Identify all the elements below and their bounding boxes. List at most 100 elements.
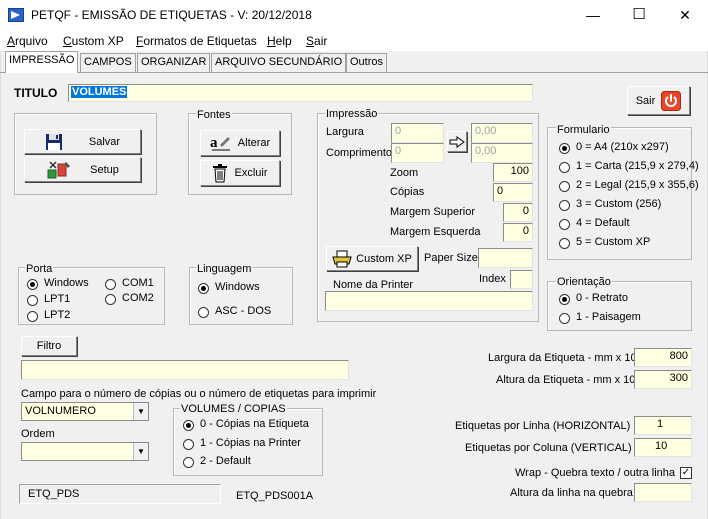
volumes-copias-radio-1[interactable]	[183, 439, 194, 450]
altura-quebra-input[interactable]	[634, 483, 692, 502]
linguagem-radio-asc-dos[interactable]	[198, 307, 209, 318]
formulario-radio-0[interactable]	[559, 143, 570, 154]
printer-name-input[interactable]	[325, 291, 533, 311]
porta-group-label: Porta	[25, 263, 54, 275]
linguagem-group-label: Linguagem	[196, 263, 253, 275]
alterar-label: Alterar	[237, 137, 271, 149]
volumes-copias-option-0: 0 - Cópias na Etiqueta	[200, 418, 309, 430]
file-name-box: ETQ_PDS	[19, 484, 221, 504]
svg-text:a: a	[210, 135, 218, 151]
largura-etiqueta-input[interactable]: 800	[634, 348, 692, 367]
orientacao-radio-paisagem[interactable]	[559, 313, 570, 324]
sair-label: Sair	[635, 94, 656, 107]
menu-help[interactable]: Help	[267, 34, 292, 48]
chevron-down-icon: ▼	[133, 443, 148, 460]
porta-radio-lpt1[interactable]	[27, 295, 38, 306]
altura-etiqueta-input[interactable]: 300	[634, 370, 692, 389]
altura-quebra-label: Altura da linha na quebra	[510, 487, 633, 499]
margem-superior-input[interactable]: 0	[503, 203, 533, 222]
largura-input[interactable]: 0	[391, 123, 444, 143]
comprimento-input[interactable]: 0	[391, 143, 444, 163]
porta-option-lpt1: LPT1	[44, 293, 71, 305]
formulario-radio-3[interactable]	[559, 200, 570, 211]
porta-radio-com2[interactable]	[105, 294, 116, 305]
tab-organizar[interactable]: ORGANIZAR	[137, 53, 211, 72]
linguagem-radio-windows[interactable]	[198, 283, 209, 294]
porta-option-lpt2: LPT2	[44, 309, 71, 321]
setup-button[interactable]: Setup	[24, 157, 141, 182]
porta-radio-windows[interactable]	[27, 279, 38, 290]
sair-button[interactable]: Sair	[627, 86, 690, 115]
minimize-button[interactable]: —	[570, 0, 616, 30]
wrap-checkbox[interactable]: ✓	[680, 467, 692, 479]
excluir-fonte-button[interactable]: Excluir	[200, 160, 280, 186]
volumes-copias-radio-2[interactable]	[183, 457, 194, 468]
ordem-select[interactable]: ▼	[21, 442, 149, 461]
largura-etiqueta-label: Largura da Etiqueta - mm x 10	[488, 352, 637, 364]
filtro-input[interactable]	[21, 360, 349, 380]
copias-input[interactable]: 0	[493, 183, 533, 202]
orientacao-panel	[547, 281, 692, 331]
margem-esquerda-label: Margem Esquerda	[390, 226, 481, 238]
app-icon	[8, 8, 24, 22]
menu-formatos-etiquetas[interactable]: Formatos de Etiquetas	[136, 34, 257, 48]
custom-xp-button[interactable]: Custom XP	[326, 246, 418, 271]
filtro-button[interactable]: Filtro	[21, 336, 77, 356]
formulario-option-2: 2 = Legal (215,9 x 355,6)	[576, 179, 699, 191]
index-input[interactable]	[510, 270, 533, 289]
formulario-radio-1[interactable]	[559, 162, 570, 173]
menu-arquivo[interactable]: Arquivo	[7, 34, 48, 48]
campo-copias-value: VOLNUMERO	[25, 405, 96, 417]
largura-output: 0,00	[471, 123, 533, 143]
tab-divider	[0, 72, 708, 73]
salvar-button[interactable]: Salvar	[24, 129, 141, 154]
volumes-copias-option-2: 2 - Default	[200, 455, 251, 467]
volumes-copias-radio-0[interactable]	[183, 420, 194, 431]
titulo-input[interactable]: VOLUMES	[68, 84, 533, 102]
paper-size-input[interactable]	[478, 248, 533, 268]
margem-esquerda-input[interactable]: 0	[503, 223, 533, 242]
paper-size-label: Paper Size	[424, 252, 478, 264]
formulario-radio-5[interactable]	[559, 238, 570, 249]
index-label: Index	[479, 273, 506, 285]
titulo-label: TITULO	[14, 86, 58, 100]
printer-name-label: Nome da Printer	[333, 279, 414, 291]
campo-copias-select[interactable]: VOLNUMERO ▼	[21, 402, 149, 421]
menu-sair[interactable]: Sair	[306, 34, 327, 48]
orientacao-radio-retrato[interactable]	[559, 294, 570, 305]
power-icon	[661, 90, 682, 111]
zoom-label: Zoom	[390, 167, 419, 179]
copias-label: Cópias	[390, 186, 425, 198]
largura-label: Largura	[326, 126, 364, 138]
tab-campos[interactable]: CAMPOS	[80, 53, 136, 72]
formulario-radio-4[interactable]	[559, 219, 570, 230]
formulario-group-label: Formulario	[556, 124, 611, 136]
volumes-copias-group-label: VOLUMES / COPIAS	[180, 403, 287, 415]
tab-outros[interactable]: Outros	[346, 53, 388, 72]
porta-radio-lpt2[interactable]	[27, 311, 38, 322]
chevron-down-icon: ▼	[133, 403, 148, 420]
formulario-option-0: 0 = A4 (210x x297)	[576, 141, 669, 153]
close-button[interactable]: ✕	[662, 0, 708, 30]
etiquetas-coluna-input[interactable]: 10	[634, 438, 692, 457]
file-id: ETQ_PDS001A	[236, 490, 314, 502]
salvar-label: Salvar	[88, 135, 121, 148]
menu-custom-xp[interactable]: Custom XP	[63, 34, 124, 48]
convert-button[interactable]	[447, 131, 467, 152]
maximize-button[interactable]: ☐	[616, 0, 662, 30]
setup-label: Setup	[90, 163, 119, 176]
alterar-fonte-button[interactable]: a Alterar	[200, 130, 280, 156]
volumes-copias-option-1: 1 - Cópias na Printer	[200, 437, 301, 449]
formulario-radio-2[interactable]	[559, 181, 570, 192]
porta-option-com1: COM1	[122, 277, 154, 289]
campo-copias-label: Campo para o número de cópias ou o númer…	[21, 388, 377, 400]
zoom-input[interactable]: 100	[493, 163, 533, 182]
etiquetas-linha-input[interactable]: 1	[634, 416, 692, 435]
porta-option-com2: COM2	[122, 292, 154, 304]
tab-arquivo-secundario[interactable]: ARQUIVO SECUNDÁRIO	[211, 53, 347, 72]
tab-impressao[interactable]: IMPRESSÃO	[5, 51, 79, 73]
etiquetas-linha-label: Etiquetas por Linha (HORIZONTAL)	[455, 420, 631, 432]
porta-radio-com1[interactable]	[105, 279, 116, 290]
ordem-label: Ordem	[21, 428, 55, 440]
setup-tools-icon	[47, 160, 71, 178]
